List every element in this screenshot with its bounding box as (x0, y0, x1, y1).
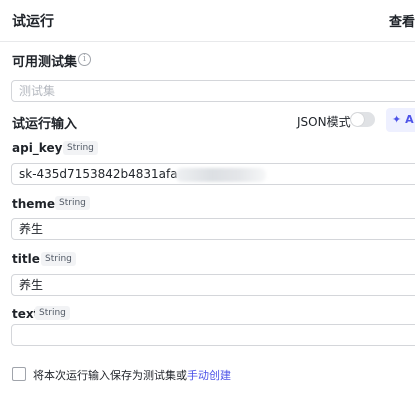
checkbox-icon[interactable] (12, 367, 26, 381)
json-mode-label: JSON模式 (297, 115, 351, 129)
sparkle-icon: ✦ (392, 113, 402, 126)
type-tag: String (55, 196, 90, 210)
title-value: 养生 (19, 278, 44, 292)
view-button[interactable]: 查看 (389, 11, 415, 30)
redaction-blur (175, 167, 266, 182)
info-icon[interactable]: i (78, 53, 91, 66)
panel-header: 试运行 查看 (0, 0, 415, 42)
manual-create-link[interactable]: 手动创建 (187, 369, 231, 382)
title-input[interactable]: 养生 (11, 274, 415, 296)
api-key-value: sk-435d7153842b4831afa (19, 167, 178, 181)
test-set-placeholder: 测试集 (19, 84, 56, 98)
json-mode-toggle[interactable] (350, 112, 375, 127)
text-input[interactable] (11, 324, 415, 346)
theme-input[interactable]: 养生 (11, 218, 415, 240)
ai-generate-button[interactable]: ✦ A (386, 108, 415, 132)
theme-value: 养生 (19, 222, 44, 236)
save-as-test-set-text: 将本次运行输入保存为测试集或手动创建 (33, 369, 231, 382)
test-sets-label: 可用测试集 (12, 55, 78, 70)
ai-button-label: A (405, 113, 414, 126)
run-input-label: 试运行输入 (12, 117, 78, 132)
field-label-api-key: api_key* (12, 141, 70, 155)
type-tag: String (41, 252, 76, 266)
type-tag: String (35, 306, 70, 320)
test-set-select[interactable]: 测试集 (11, 80, 415, 102)
toggle-knob (351, 113, 364, 126)
panel-title: 试运行 (12, 14, 54, 30)
type-tag: String (63, 141, 98, 155)
api-key-input[interactable]: sk-435d7153842b4831afa (11, 163, 415, 185)
